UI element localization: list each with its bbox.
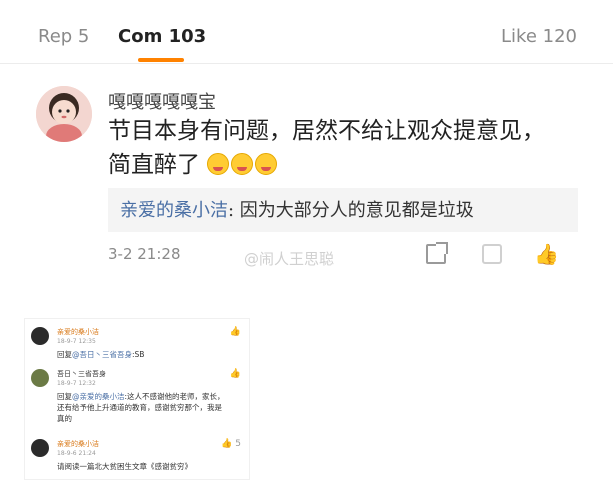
comment-username[interactable]: 嘎嘎嘎嘎嘎宝 bbox=[108, 88, 216, 114]
reply-username[interactable]: 亲爱的桑小洁 bbox=[120, 200, 228, 221]
like-count-value: 5 bbox=[235, 439, 241, 449]
list-item-text: 回复@吾日丶三省吾身:SB bbox=[57, 349, 227, 360]
list-item-mention: @吾日丶三省吾身 bbox=[72, 350, 132, 359]
avatar bbox=[31, 327, 49, 345]
like-icon: 👍 bbox=[229, 369, 241, 379]
comment-line-1: 节目本身有问题，居然不给让观众提意见， bbox=[108, 118, 545, 144]
list-item-name: 亲爱的桑小洁 bbox=[57, 440, 99, 448]
like-count: 👍 5 bbox=[221, 439, 241, 449]
avatar bbox=[31, 439, 49, 457]
reply-text: 因为大部分人的意见都是垃圾 bbox=[239, 200, 474, 221]
tab-bar: Rep 5 Com 103 Like 120 bbox=[0, 14, 613, 64]
list-item-mention: @亲爱的桑小洁 bbox=[72, 392, 125, 401]
comment-card: Rep 5 Com 103 Like 120 嘎嘎嘎嘎嘎宝 节目本身有问题，居然… bbox=[0, 0, 613, 292]
avatar bbox=[31, 369, 49, 387]
reply-box[interactable]: 亲爱的桑小洁: 因为大部分人的意见都是垃圾 bbox=[108, 188, 578, 232]
list-item-prefix: 回复 bbox=[57, 350, 72, 359]
avatar[interactable] bbox=[36, 86, 92, 142]
list-item-text: 请阅读一篇北大贫困生文章《感谢贫穷》 bbox=[57, 462, 192, 471]
tab-reposts[interactable]: Rep 5 bbox=[38, 26, 89, 47]
comment-line-2-text: 简直醉了 bbox=[108, 152, 200, 178]
list-item-prefix: 回复 bbox=[57, 392, 72, 401]
active-tab-indicator bbox=[138, 58, 184, 62]
like-icon: 👍 bbox=[229, 327, 241, 337]
emoji-icon bbox=[255, 153, 278, 175]
tab-likes[interactable]: Like 120 bbox=[501, 26, 577, 47]
list-item-name: 亲爱的桑小洁 bbox=[57, 328, 99, 336]
tab-comments[interactable]: Com 103 bbox=[118, 26, 206, 47]
avatar-image bbox=[36, 86, 92, 142]
comment-line-2: 简直醉了 bbox=[108, 148, 578, 182]
emoji-icon bbox=[207, 153, 230, 175]
list-item-name: 吾日丶三省吾身 bbox=[57, 370, 106, 378]
list-item-time: 18-9-7 12:35 bbox=[57, 338, 96, 345]
emoji-icon bbox=[231, 153, 254, 175]
list-item-text: 回复@亲爱的桑小洁:这人不感谢他的老师，家长，还有给予他上升通道的教育，感谢贫穷… bbox=[57, 391, 227, 424]
list-item-time: 18-9-6 21:24 bbox=[57, 450, 96, 457]
list-item-body: :SB bbox=[132, 350, 145, 359]
reply-separator: : bbox=[228, 200, 240, 221]
share-icon[interactable] bbox=[426, 242, 448, 264]
like-icon[interactable]: 👍 bbox=[534, 244, 559, 264]
comment-icon[interactable] bbox=[482, 244, 502, 264]
embedded-screenshot: 亲爱的桑小洁 18-9-7 12:35 回复@吾日丶三省吾身:SB 👍 吾日丶三… bbox=[24, 318, 250, 480]
comment-timestamp: 3-2 21:28 bbox=[108, 245, 181, 263]
comment-text: 节目本身有问题，居然不给让观众提意见， 简直醉了 bbox=[108, 114, 578, 182]
watermark: @闹人王思聪 bbox=[244, 250, 335, 268]
list-item-time: 18-9-7 12:32 bbox=[57, 380, 96, 387]
